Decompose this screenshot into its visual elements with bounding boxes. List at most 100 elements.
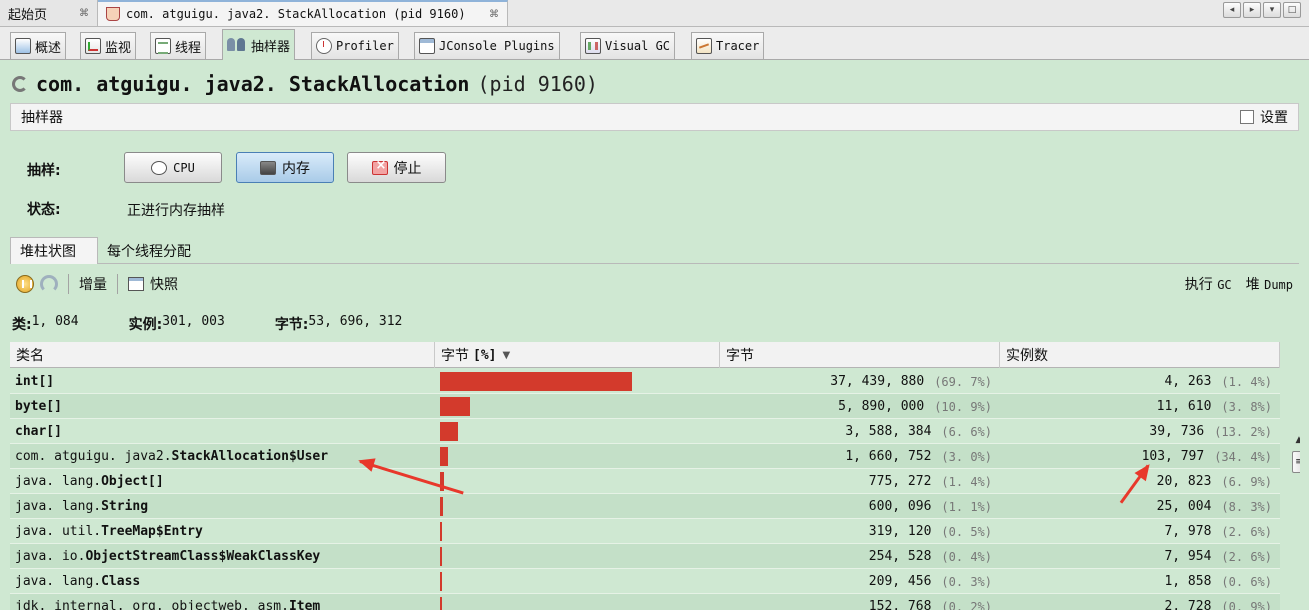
table-row[interactable]: java. lang. Object[] 775, 272 (1. 4%) 20, 8…	[10, 469, 1280, 494]
stop-button[interactable]: 停止	[347, 152, 446, 183]
class-simple-name: int[]	[15, 374, 55, 389]
instances-percent-value: (1. 4%)	[1221, 374, 1272, 389]
class-package: jdk. internal. org. objectweb. asm.	[15, 599, 289, 610]
memory-chip-icon	[260, 160, 276, 175]
memory-sample-button[interactable]: 内存	[236, 152, 334, 183]
cpu-sample-button[interactable]: CPU	[124, 152, 222, 183]
sampler-panel: com. atguigu. java2. StackAllocation (pi…	[0, 61, 1309, 610]
scroll-right-icon[interactable]: ▸	[1243, 2, 1261, 18]
sampler-header: 抽样器 设置	[10, 103, 1299, 131]
settings-checkbox[interactable]: 设置	[1240, 107, 1288, 127]
class-name-cell: byte[]	[15, 394, 435, 419]
class-simple-name: String	[101, 499, 149, 514]
document-tab-strip: 起始页 ⌘ com. atguigu. java2. StackAllocati…	[0, 0, 1309, 27]
instances-label: 实例:	[128, 317, 163, 333]
tab-monitor[interactable]: 监视	[80, 32, 137, 59]
bytes-cell: 254, 528 (0. 4%)	[720, 544, 1000, 569]
tab-sampler[interactable]: 抽样器	[222, 29, 296, 60]
bytes-percent-cell	[440, 544, 720, 569]
pause-icon[interactable]	[16, 275, 34, 293]
bytes-percent-value: (0. 5%)	[941, 524, 992, 539]
bytes-percent-cell	[440, 469, 720, 494]
refresh-icon[interactable]	[40, 275, 58, 293]
table-row[interactable]: com. atguigu. java2. StackAllocation$Use…	[10, 444, 1280, 469]
tab-heap-histogram[interactable]: 堆柱状图	[10, 237, 98, 264]
instances-percent-value: (0. 6%)	[1221, 574, 1272, 589]
bytes-cell: 3, 588, 384 (6. 6%)	[720, 419, 1000, 444]
tab-jconsole-plugins[interactable]: JConsole Plugins	[414, 32, 560, 59]
tab-tracer[interactable]: Tracer	[691, 32, 765, 59]
scroll-left-icon[interactable]: ◂	[1223, 2, 1241, 18]
column-header-bytes[interactable]: 字节	[720, 342, 1000, 368]
table-row[interactable]: char[] 3, 588, 384 (6. 6%) 39, 736 (13. 2%)	[10, 419, 1280, 444]
class-simple-name: Item	[288, 599, 321, 610]
table-row[interactable]: jdk. internal. org. objectweb. asm. Item…	[10, 594, 1280, 610]
instances-cell: 4, 263 (1. 4%)	[1000, 369, 1280, 394]
bytes-percent-cell	[440, 494, 720, 519]
tab-profiler[interactable]: Profiler	[311, 32, 399, 59]
instances-percent-value: (2. 6%)	[1221, 549, 1272, 564]
class-simple-name: ObjectStreamClass$WeakClassKey	[85, 549, 321, 564]
table-row[interactable]: int[] 37, 439, 880 (69. 7%) 4, 263 (1. 4%)	[10, 369, 1280, 394]
info-icon	[15, 38, 31, 54]
class-name-cell: java. io. ObjectStreamClass$WeakClassKey	[15, 544, 435, 569]
perform-gc-button[interactable]: 执行 GC	[1185, 274, 1232, 294]
cpu-button-label: CPU	[173, 160, 195, 175]
column-header-instances[interactable]: 实例数	[1000, 342, 1280, 368]
table-row[interactable]: java. util. TreeMap$Entry 319, 120 (0. 5%)…	[10, 519, 1280, 544]
vertical-scrollbar[interactable]: ▲ ≡	[1290, 435, 1300, 610]
column-header-bytes-percent[interactable]: 字节 [%] ▼	[435, 342, 720, 368]
class-name-cell: jdk. internal. org. objectweb. asm. Item	[15, 594, 435, 610]
checkbox-icon[interactable]	[1240, 110, 1254, 124]
bytes-cell: 5, 890, 000 (10. 9%)	[720, 394, 1000, 419]
tab-per-thread-allocation[interactable]: 每个线程分配	[98, 237, 200, 264]
bytes-percent-value: (69. 7%)	[934, 374, 992, 389]
class-simple-name: Class	[101, 574, 141, 589]
scroll-up-icon[interactable]: ▲	[1290, 435, 1300, 451]
stop-button-label: 停止	[393, 160, 422, 177]
tab-list-dropdown-icon[interactable]: ▾	[1263, 2, 1281, 18]
bytes-percent-bar	[440, 422, 458, 441]
tab-threads[interactable]: 线程	[150, 32, 207, 59]
bytes-percent-cell	[440, 369, 720, 394]
classes-label: 类:	[12, 317, 32, 333]
tab-visual-gc[interactable]: Visual GC	[580, 32, 676, 59]
profiler-clock-icon	[316, 38, 332, 54]
bytes-percent-bar	[440, 522, 442, 541]
scroll-thumb[interactable]: ≡	[1292, 451, 1300, 473]
heap-dump-button[interactable]: 堆 Dump	[1246, 274, 1293, 294]
instances-cell: 7, 978 (2. 6%)	[1000, 519, 1280, 544]
maximize-icon[interactable]: □	[1283, 2, 1301, 18]
snapshot-button[interactable]: 快照	[150, 274, 178, 294]
tab-start-page[interactable]: 起始页 ⌘	[0, 0, 98, 26]
jconsole-window-icon	[419, 38, 435, 54]
tab-application[interactable]: com. atguigu. java2. StackAllocation (pi…	[98, 0, 508, 26]
delta-button[interactable]: 增量	[79, 274, 107, 294]
heap-histogram-table: 类名 字节 [%] ▼ 字节 实例数 int[] 37, 439, 880 (69.…	[10, 342, 1300, 610]
class-package: com. atguigu. java2.	[15, 449, 172, 464]
close-icon[interactable]: ⌘	[489, 9, 499, 20]
tab-overview[interactable]: 概述	[10, 32, 67, 59]
table-row[interactable]: java. lang. Class 209, 456 (0. 3%) 1, 858 (0…	[10, 569, 1280, 594]
class-simple-name: StackAllocation$User	[171, 449, 329, 464]
bytes-percent-value: (3. 0%)	[941, 449, 992, 464]
instances-value: 11, 610	[1156, 399, 1212, 414]
column-header-class-name[interactable]: 类名	[10, 342, 435, 368]
bytes-cell: 600, 096 (1. 1%)	[720, 494, 1000, 519]
bytes-value: 254, 528	[868, 549, 932, 564]
tab-profiler-label: Profiler	[336, 39, 394, 53]
tab-threads-label: 线程	[175, 40, 202, 56]
class-package: java. util.	[15, 524, 102, 539]
memory-button-label: 内存	[282, 160, 310, 177]
tab-monitor-label: 监视	[105, 40, 132, 56]
table-row[interactable]: java. io. ObjectStreamClass$WeakClassKey…	[10, 544, 1280, 569]
bytes-percent-bar	[440, 572, 442, 591]
close-icon[interactable]: ⌘	[79, 8, 89, 19]
column-header-bytes-label: 字节	[726, 348, 754, 364]
table-row[interactable]: java. lang. String 600, 096 (1. 1%) 25, 004…	[10, 494, 1280, 519]
settings-label: 设置	[1260, 110, 1288, 126]
table-row[interactable]: byte[] 5, 890, 000 (10. 9%) 11, 610 (3. 8%)	[10, 394, 1280, 419]
heap-dump-label: Dump	[1264, 278, 1293, 292]
bytes-percent-bar	[440, 447, 448, 466]
application-view-tabs: 概述 监视 线程 抽样器 Profiler JConsole Plugins V…	[0, 27, 1309, 60]
